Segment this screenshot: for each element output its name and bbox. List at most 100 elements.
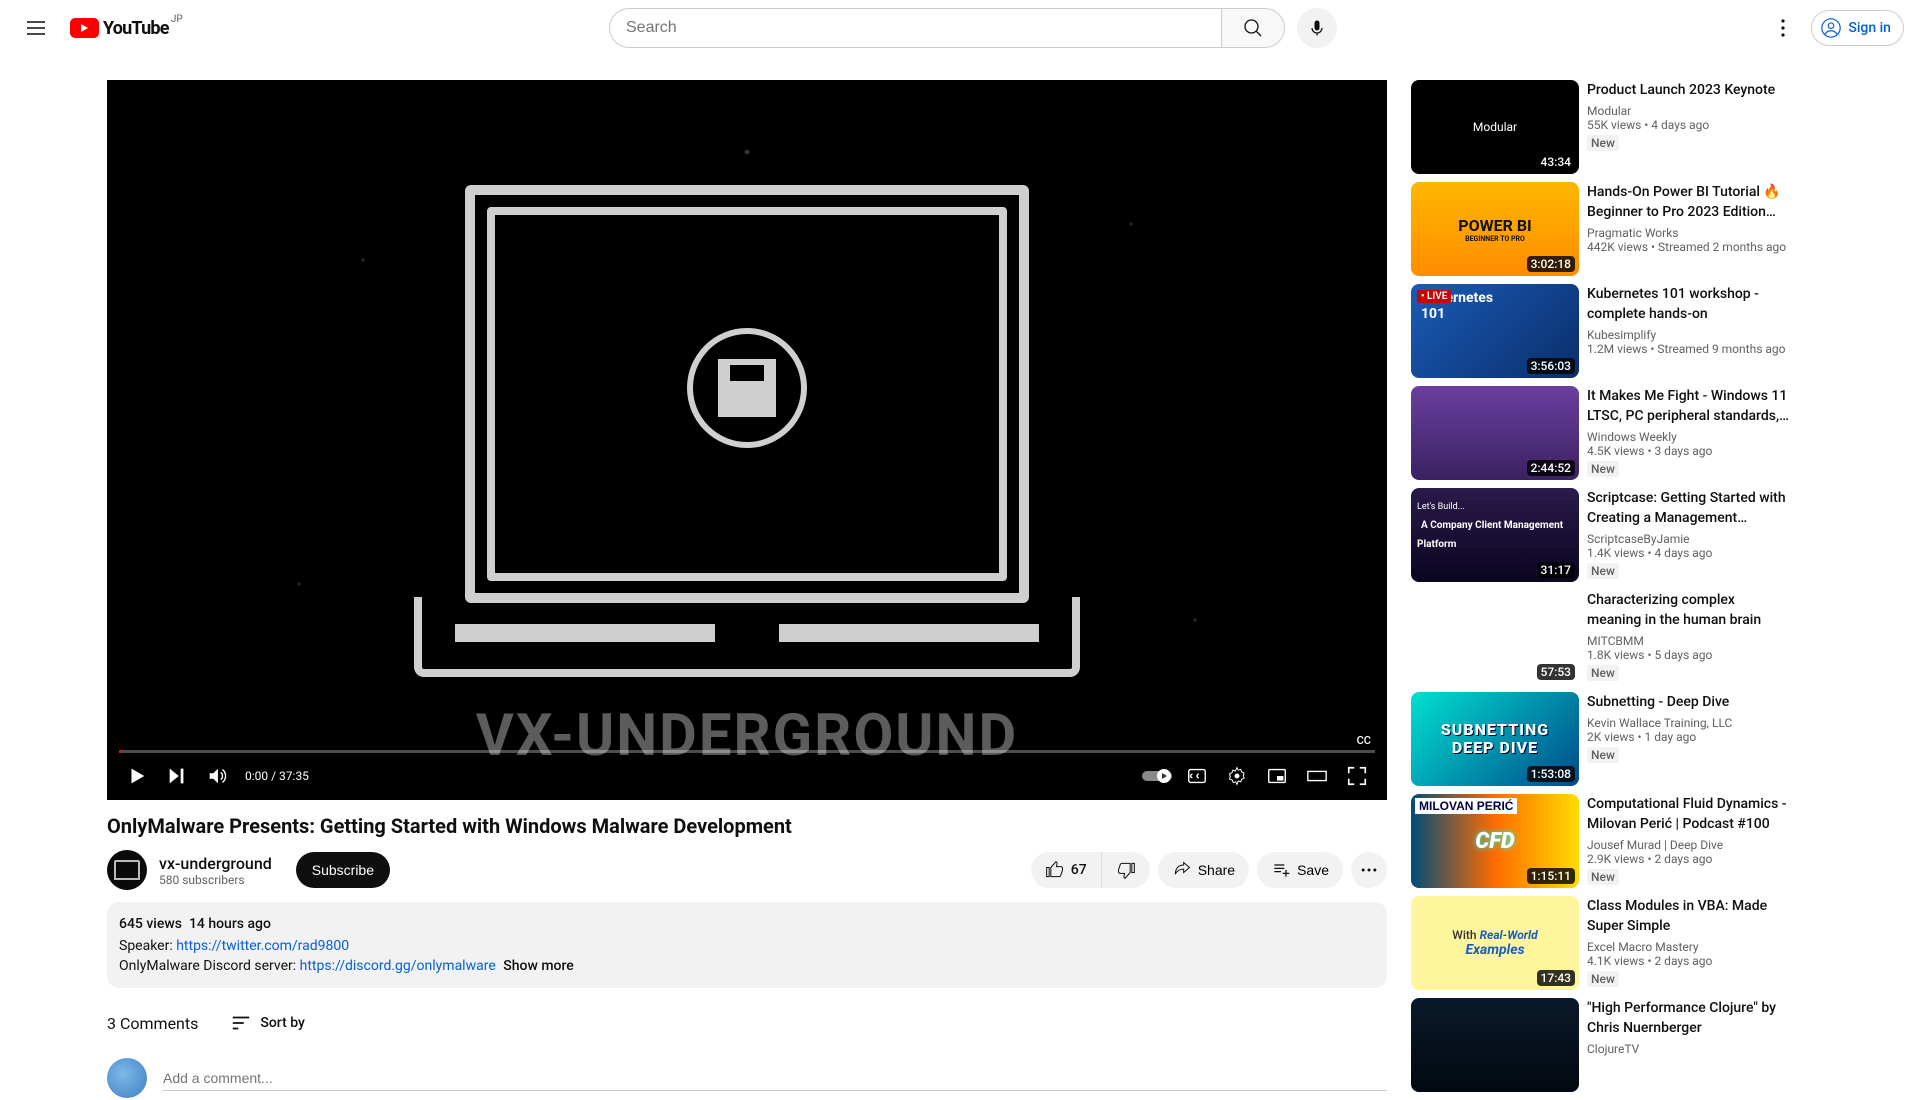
recommendation-info: Hands-On Power BI Tutorial 🔥 Beginner to… [1587,182,1813,276]
speaker-link[interactable]: https://twitter.com/rad9800 [176,938,349,954]
save-icon [1271,860,1291,880]
recommendation-title: Computational Fluid Dynamics - Milovan P… [1587,794,1789,834]
share-button[interactable]: Share [1158,852,1249,888]
sort-label: Sort by [260,1015,305,1031]
theater-button[interactable] [1299,758,1335,794]
channel-info: vx-underground 580 subscribers Subscribe [107,850,390,890]
like-count: 67 [1071,862,1087,878]
search-icon [1241,16,1265,40]
signin-label: Sign in [1848,20,1891,36]
recommendation-title: Characterizing complex meaning in the hu… [1587,590,1789,630]
recommendation-thumbnail[interactable]: 2:44:52 [1411,386,1579,480]
next-button[interactable] [159,758,195,794]
video-thumbnail: VX-UNDERGROUND [107,80,1387,800]
captions-button[interactable] [1179,758,1215,794]
video-player[interactable]: VX-UNDERGROUND CC 0:00 / 37:35 [107,80,1387,800]
recommendation-channel: Kevin Wallace Training, LLC [1587,716,1789,730]
miniplayer-icon [1266,765,1288,787]
recommendation-info: Scriptcase: Getting Started with Creatin… [1587,488,1813,582]
recommendation-title: Subnetting - Deep Dive [1587,692,1789,712]
recommendation-thumbnail[interactable]: • LIVEKubernetes1013:56:03 [1411,284,1579,378]
play-button[interactable] [119,758,155,794]
recommendation-info: Class Modules in VBA: Made Super Simple … [1587,896,1813,990]
recommendation-thumbnail[interactable] [1411,998,1579,1092]
recommendation-channel: ScriptcaseByJamie [1587,532,1789,546]
comment-input[interactable] [163,1066,1387,1091]
recommendation-meta: 4.1K views • 2 days ago [1587,954,1789,968]
recommendation-thumbnail[interactable]: SUBNETTINGDEEP DIVE1:53:08 [1411,692,1579,786]
thumbs-down-icon [1116,860,1136,880]
description-box[interactable]: 645 views 14 hours ago Speaker: https://… [107,902,1387,988]
recommendation-item[interactable]: 57:53 Characterizing complex meaning in … [1411,590,1813,684]
recommendation-item[interactable]: "High Performance Clojure" by Chris Nuer… [1411,998,1813,1092]
volume-button[interactable] [199,758,235,794]
voice-search-button[interactable] [1297,8,1337,48]
settings-button[interactable] [1763,8,1803,48]
recommendation-meta: 2K views • 1 day ago [1587,730,1789,744]
youtube-logo[interactable]: YouTube JP [56,18,183,39]
primary-column: VX-UNDERGROUND CC 0:00 / 37:35 [107,80,1387,1100]
recommendation-item[interactable]: • LIVEKubernetes1013:56:03 Kubernetes 10… [1411,284,1813,378]
live-badge: • LIVE [1417,290,1451,303]
dislike-button[interactable] [1102,852,1150,888]
show-more-button[interactable]: Show more [503,958,574,974]
volume-icon [206,765,228,787]
sort-button[interactable]: Sort by [230,1012,305,1034]
thumbs-up-icon [1045,860,1065,880]
description-line-2: OnlyMalware Discord server: https://disc… [119,956,1375,976]
description-line-1: Speaker: https://twitter.com/rad9800 [119,936,1375,956]
recommendation-item[interactable]: Modular43:34 Product Launch 2023 Keynote… [1411,80,1813,174]
recommendation-thumbnail[interactable]: MILOVAN PERIĆCFD1:15:11 [1411,794,1579,888]
duration-badge: 1:53:08 [1527,766,1575,782]
recommendation-thumbnail[interactable]: Modular43:34 [1411,80,1579,174]
recommendation-meta: 55K views • 4 days ago [1587,118,1789,132]
recommendation-item[interactable]: MILOVAN PERIĆCFD1:15:11 Computational Fl… [1411,794,1813,888]
duration-badge: 31:17 [1537,562,1575,578]
settings-gear-button[interactable] [1219,758,1255,794]
signin-button[interactable]: Sign in [1811,10,1904,46]
channel-avatar[interactable] [107,850,147,890]
save-label: Save [1297,862,1329,878]
recommendation-item[interactable]: SUBNETTINGDEEP DIVE1:53:08 Subnetting - … [1411,692,1813,786]
youtube-play-icon [70,18,99,38]
recommendation-item[interactable]: Let's Build...A Company Client Managemen… [1411,488,1813,582]
recommendation-item[interactable]: POWER BIBEGINNER TO PRO3:02:18 Hands-On … [1411,182,1813,276]
channel-name[interactable]: vx-underground [159,854,272,873]
search-box [609,8,1285,48]
discord-link[interactable]: https://discord.gg/onlymalware [300,958,496,974]
duration-badge: 3:02:18 [1527,256,1575,272]
fullscreen-button[interactable] [1339,758,1375,794]
recommendation-thumbnail[interactable]: With Real-WorldExamples17:43 [1411,896,1579,990]
recommendation-meta: 1.4K views • 4 days ago [1587,546,1789,560]
cc-badge: CC [1353,733,1375,748]
recommendation-title: Product Launch 2023 Keynote [1587,80,1789,100]
recommendation-thumbnail[interactable]: Let's Build...A Company Client Managemen… [1411,488,1579,582]
search-input[interactable] [609,8,1221,48]
recommendation-thumbnail[interactable]: 57:53 [1411,590,1579,684]
menu-button[interactable] [16,8,56,48]
player-controls: 0:00 / 37:35 [107,752,1387,800]
header-right: Sign in [1763,8,1904,48]
miniplayer-button[interactable] [1259,758,1295,794]
recommendation-channel: Modular [1587,104,1789,118]
recommendation-thumbnail[interactable]: POWER BIBEGINNER TO PRO3:02:18 [1411,182,1579,276]
recommendation-item[interactable]: With Real-WorldExamples17:43 Class Modul… [1411,896,1813,990]
recommendation-channel: Windows Weekly [1587,430,1789,444]
recommendation-info: "High Performance Clojure" by Chris Nuer… [1587,998,1813,1092]
subscribe-button[interactable]: Subscribe [296,852,390,888]
recommendation-channel: Excel Macro Mastery [1587,940,1789,954]
recommendation-channel: Jousef Murad | Deep Dive [1587,838,1789,852]
save-button[interactable]: Save [1257,852,1343,888]
logo-text: YouTube [103,18,169,39]
like-button[interactable]: 67 [1031,852,1102,888]
ellipsis-icon [1359,860,1379,880]
autoplay-icon [1142,768,1172,784]
recommendation-info: Computational Fluid Dynamics - Milovan P… [1587,794,1813,888]
video-meta-row: vx-underground 580 subscribers Subscribe… [107,850,1387,890]
search-button[interactable] [1221,8,1285,48]
add-comment-row [107,1058,1387,1098]
more-actions-button[interactable] [1351,852,1387,888]
recommendation-item[interactable]: 2:44:52 It Makes Me Fight - Windows 11 L… [1411,386,1813,480]
autoplay-toggle[interactable] [1139,758,1175,794]
recommendation-info: Subnetting - Deep Dive Kevin Wallace Tra… [1587,692,1813,786]
